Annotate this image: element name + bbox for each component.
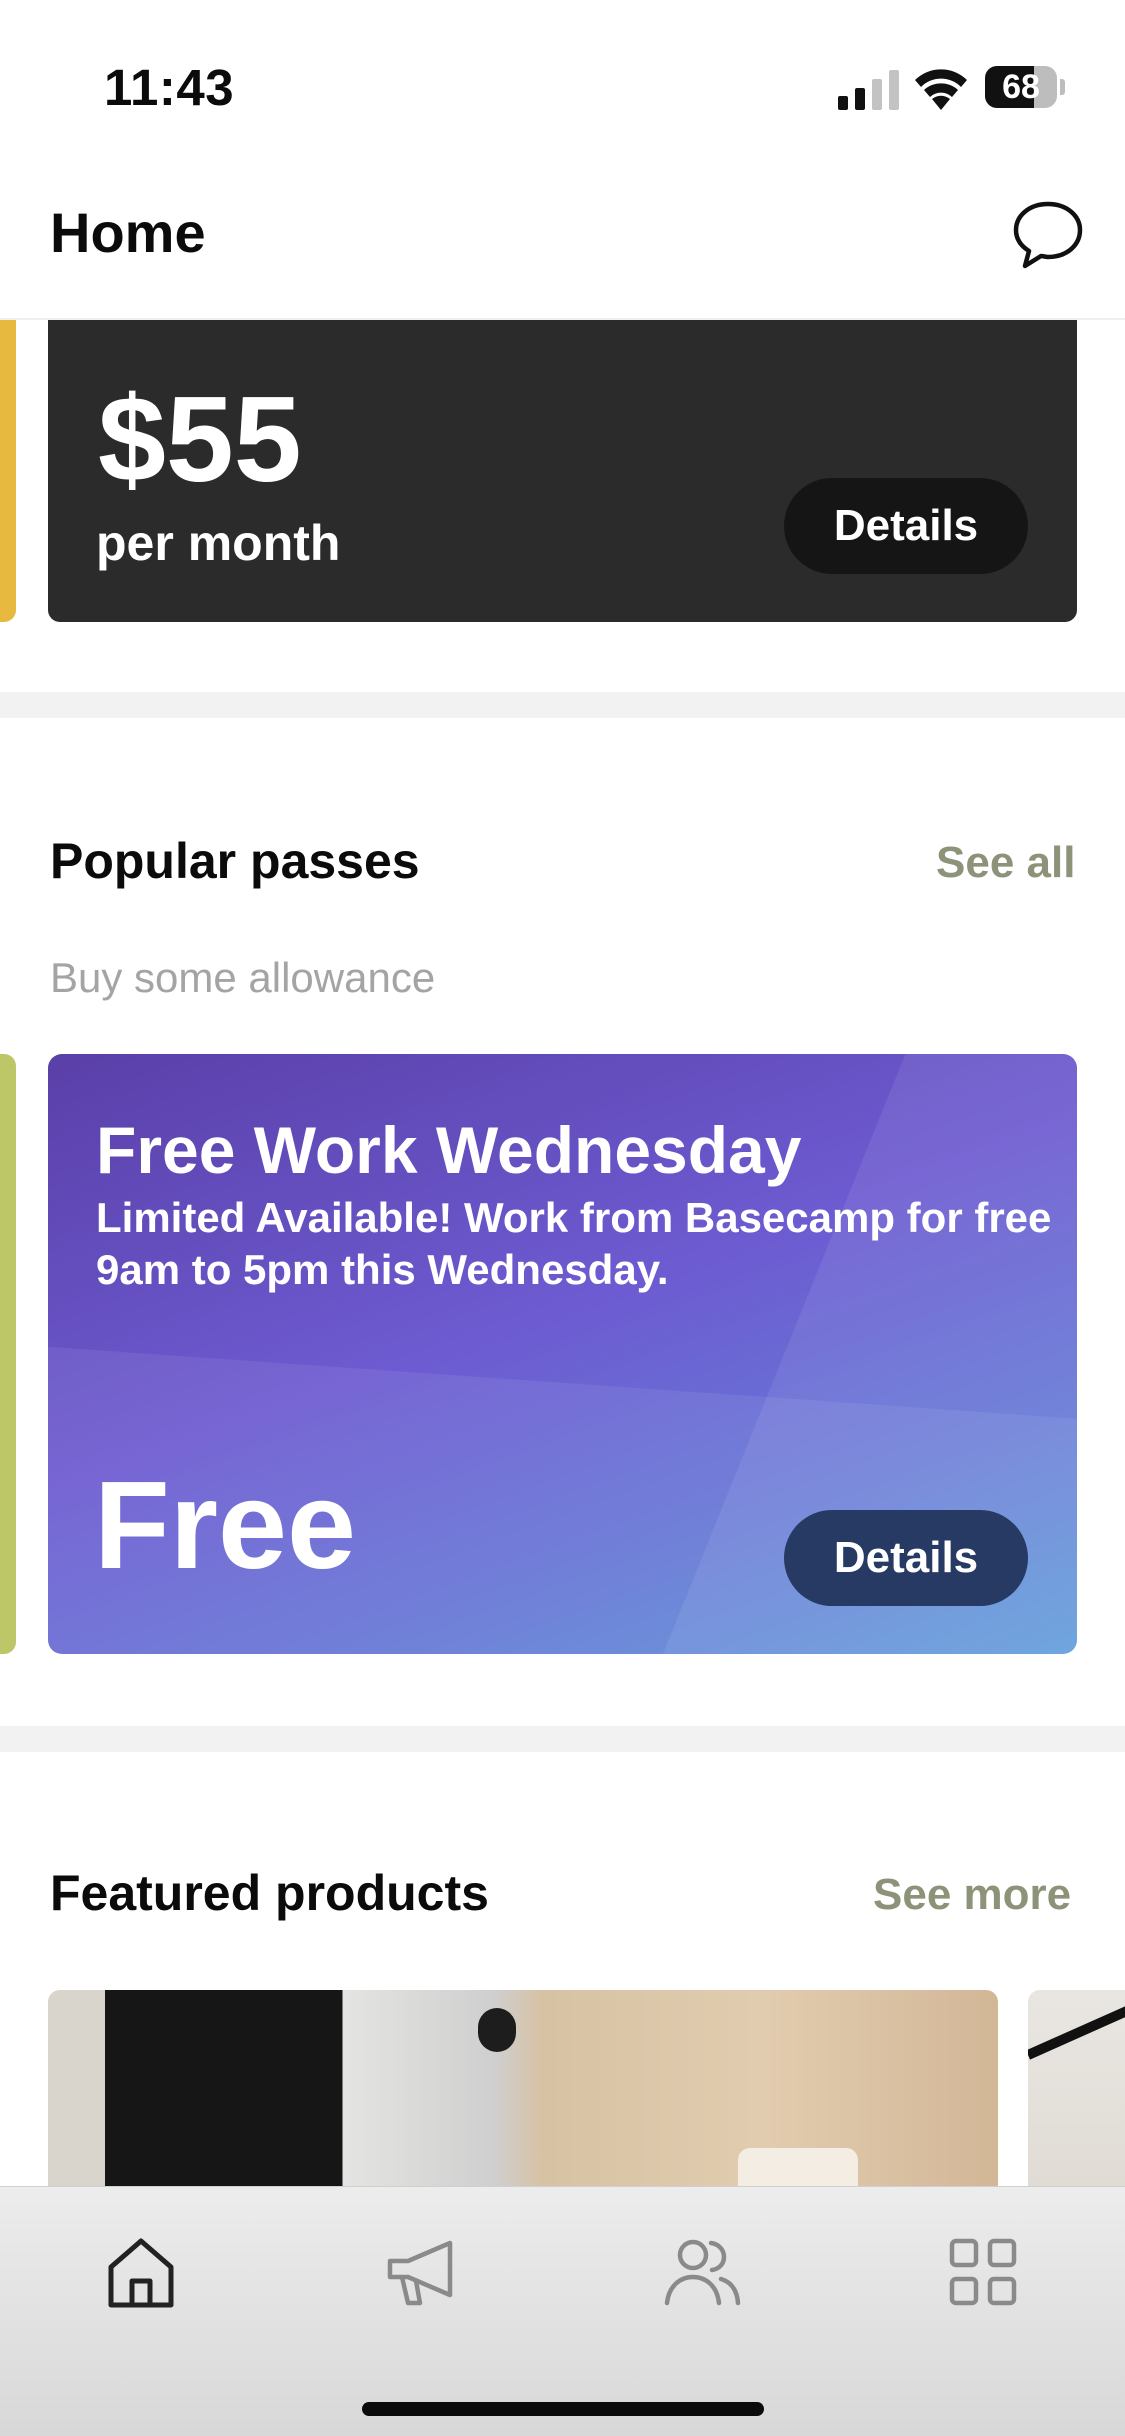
cup-detail [738, 2148, 858, 2190]
home-screen: 11:43 68 Home $55 per month Details Popu… [0, 0, 1125, 2436]
door-handle-detail [478, 2008, 516, 2052]
see-more-link[interactable]: See more [873, 1870, 1071, 1920]
status-bar: 11:43 68 [0, 0, 1125, 150]
home-indicator[interactable] [362, 2402, 764, 2416]
section-divider [0, 692, 1125, 718]
pass-details-button[interactable]: Details [784, 1510, 1028, 1606]
people-icon[interactable] [657, 2227, 747, 2317]
next-product-image-peek[interactable] [1028, 1990, 1125, 2190]
megaphone-icon[interactable] [378, 2227, 468, 2317]
status-time: 11:43 [104, 59, 235, 116]
popular-passes-subtitle: Buy some allowance [50, 954, 436, 1001]
battery-body: 68 [985, 66, 1057, 108]
wifi-icon [915, 69, 967, 110]
plan-period: per month [96, 515, 341, 571]
home-icon[interactable] [96, 2227, 186, 2317]
featured-products-title: Featured products [50, 1865, 489, 1921]
pass-price: Free [94, 1457, 356, 1595]
app-header: Home [0, 150, 1125, 320]
product-image[interactable] [48, 1990, 998, 2190]
pass-description: Limited Available! Work from Basecamp fo… [96, 1194, 1052, 1293]
battery-percent: 68 [1002, 68, 1040, 106]
previous-pass-card-peek[interactable] [0, 1054, 16, 1654]
cellular-signal-icon [838, 70, 899, 110]
section-divider [0, 1726, 1125, 1752]
previous-plan-card-peek[interactable] [0, 318, 16, 622]
page-title: Home [50, 201, 206, 264]
battery-icon: 68 [985, 66, 1065, 108]
popular-passes-title: Popular passes [50, 833, 420, 889]
pass-card[interactable]: Free Work Wednesday Limited Available! W… [48, 1054, 1077, 1654]
plan-card[interactable]: $55 per month Details [48, 318, 1077, 622]
pass-title: Free Work Wednesday [96, 1113, 802, 1187]
product-detail [1028, 1993, 1125, 2060]
battery-tip [1060, 79, 1065, 95]
see-all-link[interactable]: See all [936, 838, 1075, 888]
chat-bubble-icon[interactable] [1008, 196, 1088, 276]
plan-price: $55 [98, 371, 302, 507]
plan-details-button[interactable]: Details [784, 478, 1028, 574]
tab-bar [0, 2186, 1125, 2436]
grid-icon[interactable] [938, 2227, 1028, 2317]
